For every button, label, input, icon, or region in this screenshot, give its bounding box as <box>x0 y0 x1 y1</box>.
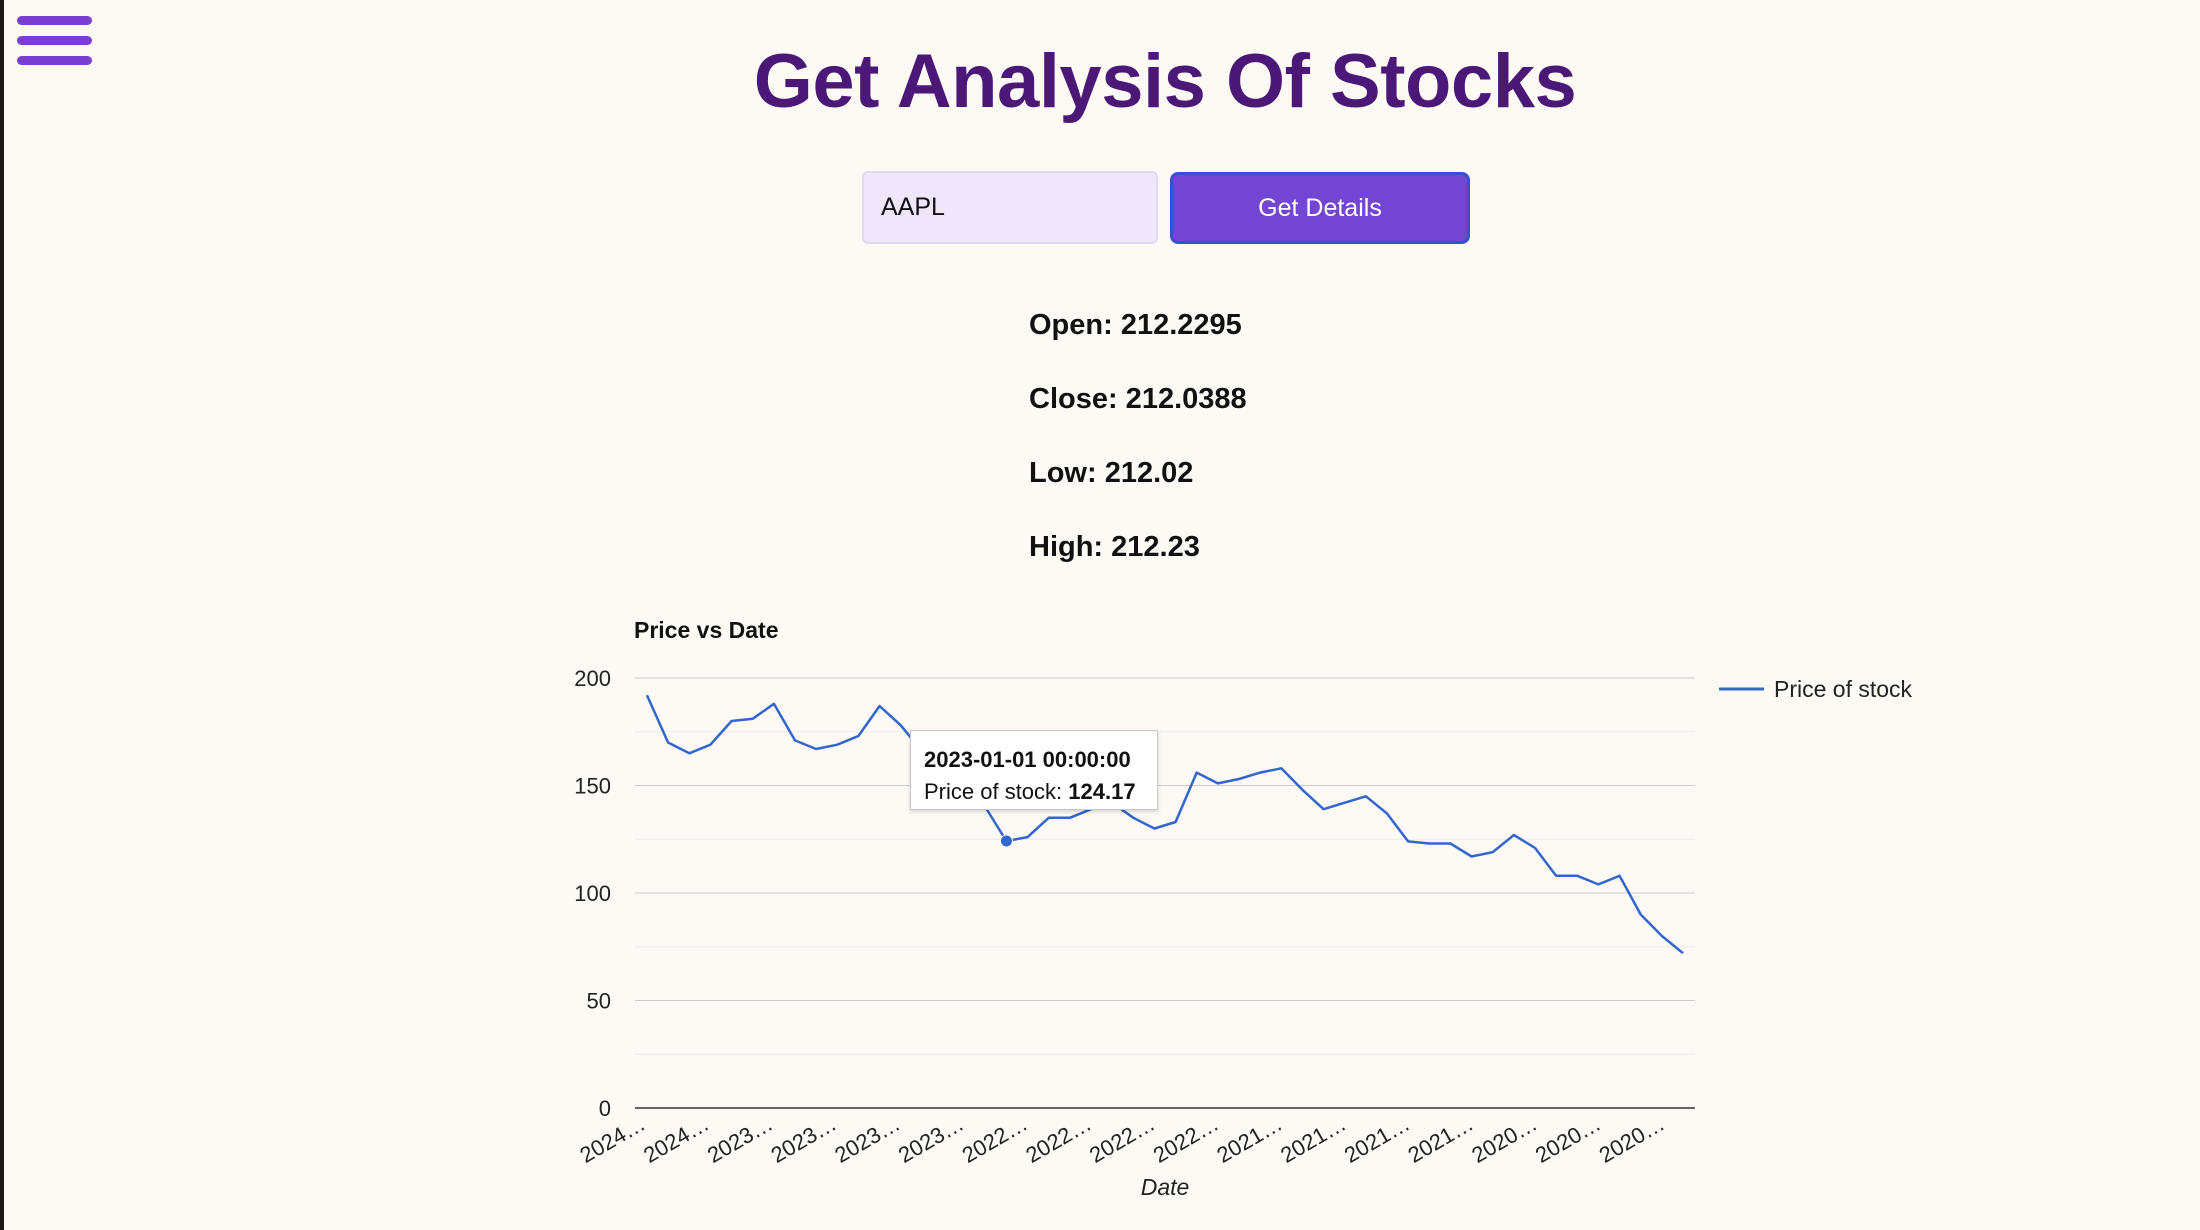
x-tick-label: 2024… <box>576 1111 650 1168</box>
y-tick-label: 200 <box>574 666 611 691</box>
x-axis-title: Date <box>1141 1174 1190 1200</box>
x-tick-label: 2022… <box>1085 1111 1159 1168</box>
x-tick-label: 2024… <box>639 1111 713 1168</box>
x-tick-label: 2020… <box>1595 1111 1669 1168</box>
x-tick-label: 2021… <box>1404 1111 1478 1168</box>
y-tick-label: 100 <box>574 881 611 906</box>
x-tick-label: 2020… <box>1467 1111 1541 1168</box>
x-tick-label: 2021… <box>1276 1111 1350 1168</box>
x-tick-label: 2022… <box>958 1111 1032 1168</box>
x-tick-label: 2023… <box>703 1111 777 1168</box>
price-series-line <box>645 694 1684 955</box>
tooltip-date: 2023-01-01 00:00:00 <box>924 747 1131 772</box>
x-tick-label: 2023… <box>767 1111 841 1168</box>
x-tick-label: 2022… <box>1149 1111 1223 1168</box>
y-tick-label: 150 <box>574 774 611 799</box>
x-tick-label: 2021… <box>1213 1111 1287 1168</box>
legend-label: Price of stock <box>1774 676 1913 702</box>
x-tick-label: 2021… <box>1340 1111 1414 1168</box>
highlighted-data-point <box>999 834 1013 848</box>
tooltip-label: Price of stock: <box>924 779 1063 804</box>
chart-tooltip: 2023-01-01 00:00:00 Price of stock: 124.… <box>910 730 1158 810</box>
x-tick-label: 2022… <box>1021 1111 1095 1168</box>
x-tick-label: 2020… <box>1531 1111 1605 1168</box>
x-tick-label: 2023… <box>894 1111 968 1168</box>
x-tick-label: 2023… <box>830 1111 904 1168</box>
y-tick-label: 50 <box>587 989 611 1014</box>
price-chart: 0501001502002024…2024…2023…2023…2023…202… <box>574 666 1913 1200</box>
y-tick-label: 0 <box>599 1096 611 1121</box>
tooltip-value: 124.17 <box>1068 779 1136 804</box>
